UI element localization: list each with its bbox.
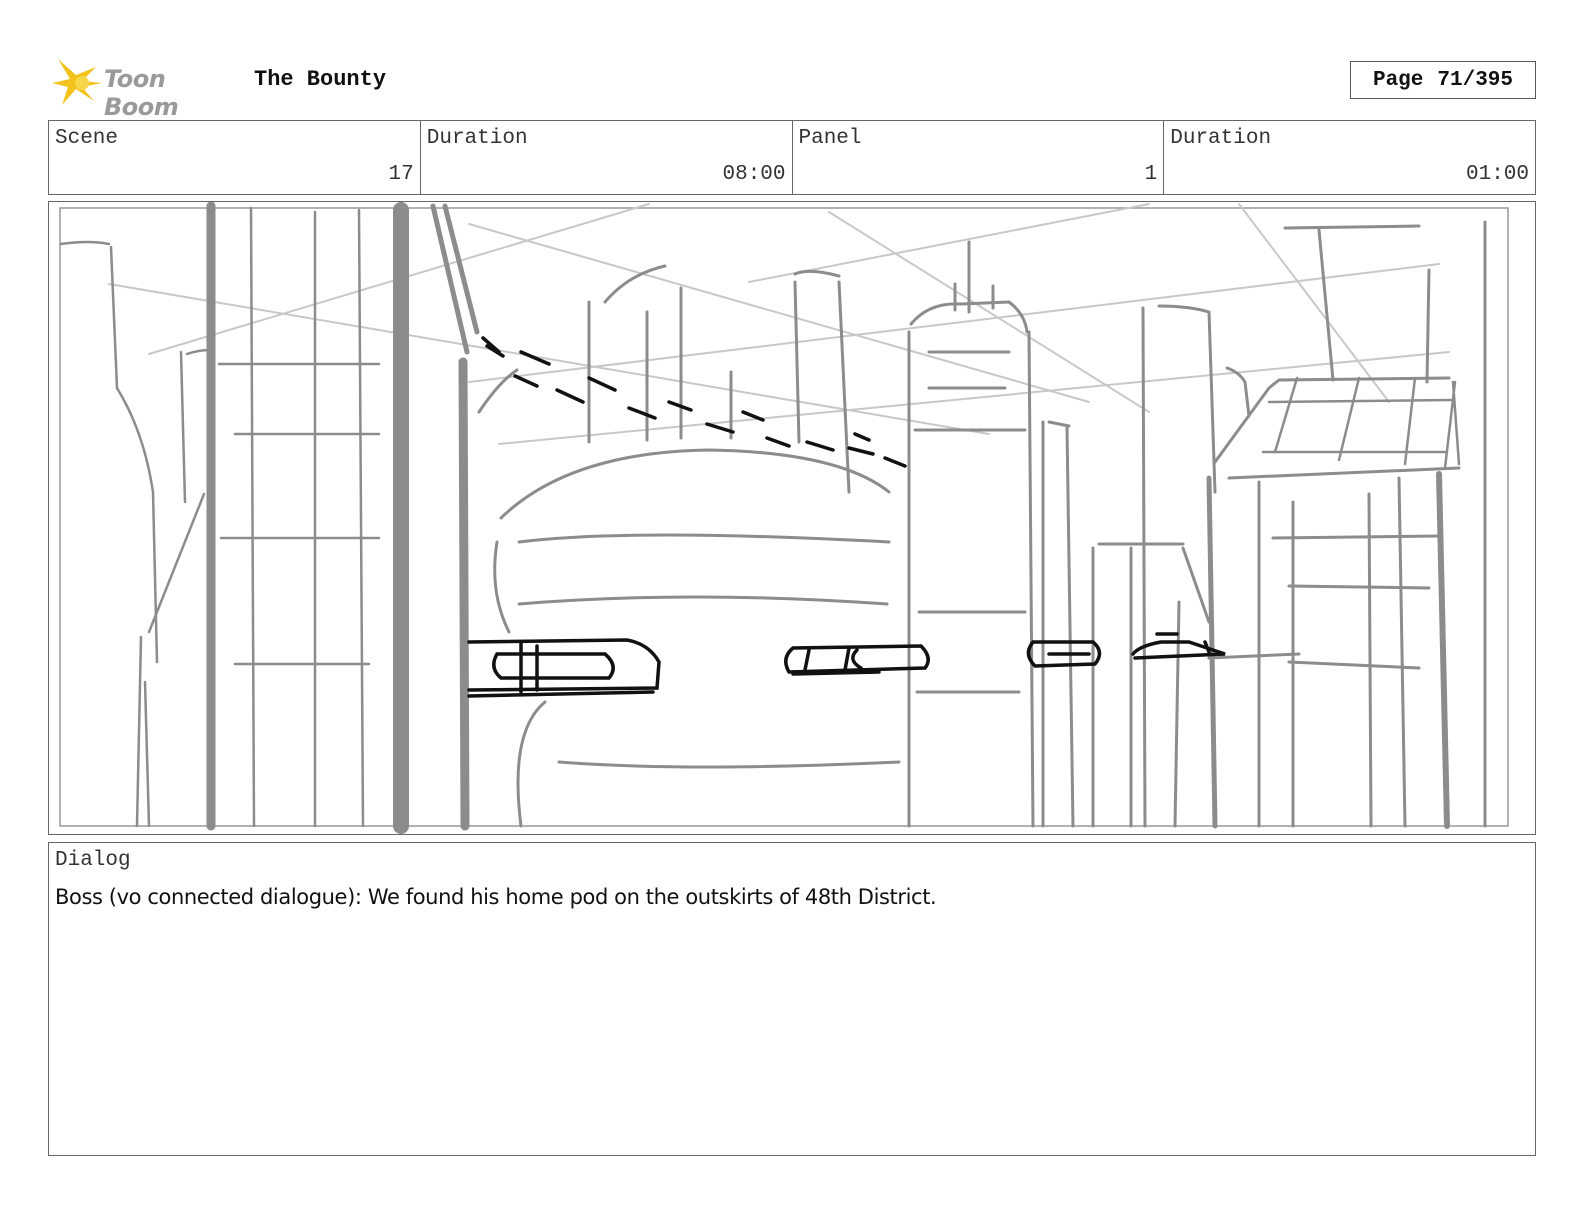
page-label: Page [1372, 68, 1424, 92]
panel-duration-value: 01:00 [1465, 163, 1529, 186]
panel-cell: Panel 1 [793, 121, 1165, 194]
panel-value: 1 [1144, 163, 1158, 186]
scene-duration-label: Duration [426, 127, 528, 150]
toon-boom-logo: Toon Boom [52, 57, 242, 121]
sketch-drawing [59, 202, 1509, 834]
project-title: The Bounty [254, 67, 387, 92]
page-indicator: Page 71/395 [1350, 61, 1536, 99]
storyboard-header: Toon Boom The Bounty Page 71/395 [50, 55, 1536, 121]
starburst-icon [52, 59, 102, 105]
dialog-label: Dialog [55, 849, 131, 872]
panel-duration-cell: Duration 01:00 [1164, 121, 1535, 194]
dialog-box: Dialog Boss (vo connected dialogue): We … [48, 842, 1536, 1156]
logo-text: Toon Boom [104, 65, 179, 121]
scene-label: Scene [55, 127, 119, 150]
panel-label: Panel [798, 127, 862, 150]
scene-duration-cell: Duration 08:00 [421, 121, 793, 194]
storyboard-panel [48, 201, 1536, 835]
dialog-text: Boss (vo connected dialogue): We found h… [55, 885, 937, 909]
scene-duration-value: 08:00 [722, 163, 786, 186]
scene-cell: Scene 17 [49, 121, 421, 194]
inner-frame [59, 207, 1509, 827]
scene-value: 17 [388, 163, 414, 186]
page-number: 71/395 [1437, 68, 1514, 92]
panel-duration-label: Duration [1170, 127, 1272, 150]
panel-info-row: Scene 17 Duration 08:00 Panel 1 Duration… [48, 120, 1536, 195]
